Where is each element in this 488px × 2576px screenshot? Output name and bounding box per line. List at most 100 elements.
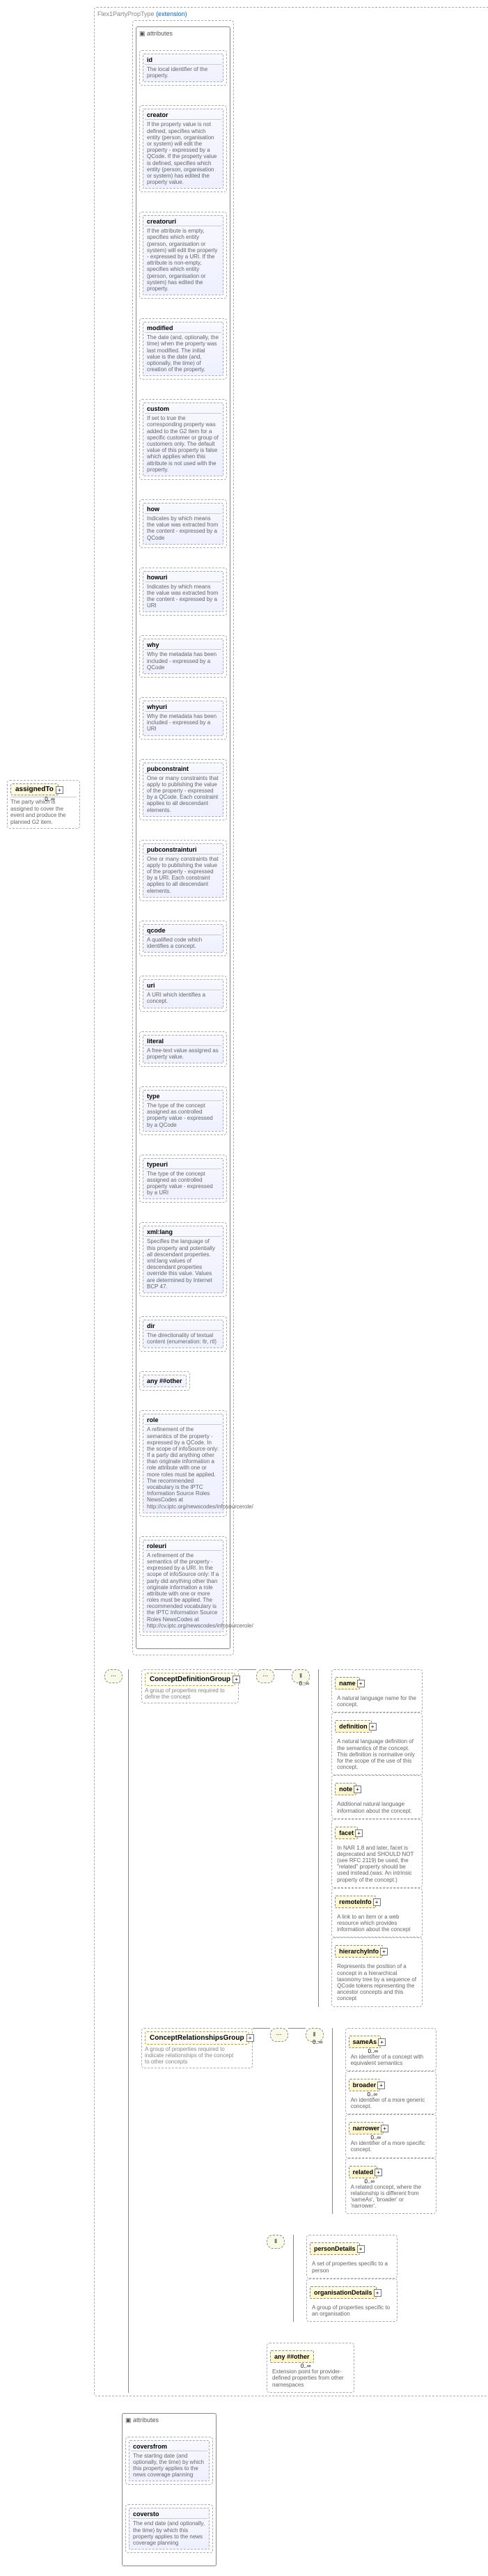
attr-box-id[interactable]: id The local identifier of the property. bbox=[143, 54, 223, 82]
doc-note: Additional natural language information … bbox=[335, 1800, 419, 1815]
attr-doc: One or many constraints that apply to pu… bbox=[145, 773, 221, 815]
attr-box-xml:lang[interactable]: xml:lang Specifies the language of this … bbox=[143, 1226, 223, 1293]
attr-box-coversfrom[interactable]: coversfrom The starting date (and option… bbox=[129, 2440, 210, 2482]
attr-doc: A refinement of the semantics of the pro… bbox=[145, 1424, 221, 1511]
doc-broader: An identifier of a more generic concept. bbox=[349, 2095, 433, 2111]
attr-type: type The type of the concept assigned as… bbox=[139, 1086, 227, 1135]
attr-doc: The local identifier of the property. bbox=[145, 64, 221, 80]
attr-box-whyuri[interactable]: whyuri Why the metadata has been include… bbox=[143, 701, 223, 736]
crg-choice: 0..∞ bbox=[306, 2028, 324, 2042]
attr-doc: A qualified code which identifies a conc… bbox=[145, 935, 221, 951]
concept-relationships-group[interactable]: ConceptRelationshipsGroup bbox=[145, 2031, 249, 2045]
root-element-container: assignedTo 0..∞ The party which is assig… bbox=[7, 780, 80, 829]
doc-organisationDetails: A group of properties specific to an org… bbox=[310, 2303, 394, 2318]
root-cardinality: 0..∞ bbox=[45, 796, 55, 802]
attr-pubconstrainturi: pubconstrainturi One or many constraints… bbox=[139, 840, 227, 901]
element-related[interactable]: related 0..∞ bbox=[349, 2166, 378, 2178]
attr-name: creatoruri bbox=[145, 217, 221, 226]
element-name[interactable]: name bbox=[335, 1677, 360, 1689]
any-other-doc: Extension point for provider-defined pro… bbox=[270, 2367, 351, 2389]
attr-name: literal bbox=[145, 1037, 221, 1045]
attr-box-custom[interactable]: custom If set to true the corresponding … bbox=[143, 403, 223, 476]
attr-name: roleuri bbox=[145, 1542, 221, 1550]
element-facet[interactable]: facet bbox=[335, 1827, 358, 1839]
attr-doc: Why the metadata has been included - exp… bbox=[145, 711, 221, 734]
attr-box-literal[interactable]: literal A free-text value assigned as pr… bbox=[143, 1035, 223, 1063]
doc-definition: A natural language definition of the sem… bbox=[335, 1737, 419, 1772]
attr-name: creator bbox=[145, 111, 221, 119]
attr-typeuri: typeuri The type of the concept assigned… bbox=[139, 1155, 227, 1203]
attr-qcode: qcode A qualified code which identifies … bbox=[139, 921, 227, 956]
attr-name: whyuri bbox=[145, 703, 221, 711]
attr-box-role[interactable]: role A refinement of the semantics of th… bbox=[143, 1414, 223, 1513]
element-broader[interactable]: broader 0..∞ bbox=[349, 2079, 381, 2091]
element-organisationDetails[interactable]: organisationDetails bbox=[310, 2286, 377, 2299]
attr-box-typeuri[interactable]: typeuri The type of the concept assigned… bbox=[143, 1158, 223, 1200]
attr-box-roleuri[interactable]: roleuri A refinement of the semantics of… bbox=[143, 1540, 223, 1632]
attr-box-dir[interactable]: dir The directionality of textual conten… bbox=[143, 1320, 223, 1348]
cdg-container: ConceptDefinitionGroup A group of proper… bbox=[141, 1669, 239, 1703]
attr-doc: Specifies the language of this property … bbox=[145, 1236, 221, 1291]
attr-box-modified[interactable]: modified The date (and, optionally, the … bbox=[143, 322, 223, 376]
any-other-container: any ##other 0..∞ Extension point for pro… bbox=[267, 2343, 354, 2393]
child-remoteInfo: remoteInfo A link to an item or a web re… bbox=[331, 1888, 423, 1938]
any-other-element[interactable]: any ##other 0..∞ bbox=[270, 2350, 314, 2363]
child-name: name A natural language name for the con… bbox=[331, 1669, 423, 1712]
doc-hierarchyInfo: Represents the position of a concept in … bbox=[335, 1962, 419, 2003]
element-note[interactable]: note bbox=[335, 1783, 356, 1795]
concept-definition-group[interactable]: ConceptDefinitionGroup bbox=[145, 1673, 235, 1686]
doc-facet: In NAR 1.8 and later, facet is deprecate… bbox=[335, 1843, 419, 1884]
child-narrower: narrower 0..∞ An identifier of a more sp… bbox=[345, 2114, 436, 2157]
attr-pubconstraint: pubconstraint One or many constraints th… bbox=[139, 759, 227, 820]
attr-name: why bbox=[145, 641, 221, 649]
root-element[interactable]: assignedTo 0..∞ bbox=[10, 783, 58, 795]
attr-any ##other: any ##other bbox=[139, 1371, 190, 1391]
child-note: note Additional natural language informa… bbox=[331, 1775, 423, 1818]
child-personDetails: personDetails A set of properties specif… bbox=[306, 2235, 398, 2278]
attr-box-creator[interactable]: creator If the property value is not def… bbox=[143, 109, 223, 189]
attr-box-coversto[interactable]: coversto The end date (and optionally, t… bbox=[129, 2508, 210, 2550]
attr-doc: Why the metadata has been included - exp… bbox=[145, 649, 221, 672]
attr-why: why Why the metadata has been included -… bbox=[139, 635, 227, 678]
attr-name: pubconstrainturi bbox=[145, 845, 221, 854]
attr-doc: The type of the concept assigned as cont… bbox=[145, 1169, 221, 1198]
element-hierarchyInfo[interactable]: hierarchyInfo bbox=[335, 1945, 383, 1958]
attr-coversfrom: coversfrom The starting date (and option… bbox=[125, 2437, 213, 2485]
attr-box-type[interactable]: type The type of the concept assigned as… bbox=[143, 1090, 223, 1132]
crg-sequence bbox=[270, 2028, 288, 2042]
doc-narrower: An identifier of a more specific concept… bbox=[349, 2139, 433, 2154]
attr-box-uri[interactable]: uri A URI which identifies a concept. bbox=[143, 979, 223, 1008]
attr-how: how Indicates by which means the value w… bbox=[139, 499, 227, 548]
element-definition[interactable]: definition bbox=[335, 1720, 372, 1733]
element-sameAs[interactable]: sameAs 0..∞ bbox=[349, 2036, 381, 2048]
attributes-label: ▣ attributes bbox=[139, 30, 227, 38]
attr-name: xml:lang bbox=[145, 1228, 221, 1236]
doc-name: A natural language name for the concept. bbox=[335, 1694, 419, 1709]
element-remoteInfo[interactable]: remoteInfo bbox=[335, 1896, 376, 1908]
attr-box-creatoruri[interactable]: creatoruri If the attribute is empty, sp… bbox=[143, 215, 223, 295]
attr-box-pubconstrainturi[interactable]: pubconstrainturi One or many constraints… bbox=[143, 843, 223, 898]
attributes-bottom-group: ▣ attributes coversfrom The starting dat… bbox=[122, 2413, 217, 2567]
attr-box-why[interactable]: why Why the metadata has been included -… bbox=[143, 639, 223, 674]
party-choice bbox=[267, 2235, 285, 2249]
attr-coversto: coversto The end date (and optionally, t… bbox=[125, 2504, 213, 2553]
attr-name: custom bbox=[145, 405, 221, 413]
extension-box: Flex1PartyPropType (extension) ▣ attribu… bbox=[94, 7, 488, 2396]
attr-xml:lang: xml:lang Specifies the language of this … bbox=[139, 1222, 227, 1297]
attr-custom: custom If set to true the corresponding … bbox=[139, 399, 227, 480]
attr-doc: The type of the concept assigned as cont… bbox=[145, 1100, 221, 1130]
attr-box-how[interactable]: how Indicates by which means the value w… bbox=[143, 503, 223, 545]
attr-doc: If the attribute is empty, specifies whi… bbox=[145, 226, 221, 293]
crg-container: ConceptRelationshipsGroup A group of pro… bbox=[141, 2028, 253, 2068]
attributes-bottom-label: ▣ attributes bbox=[125, 2417, 213, 2424]
extension-link[interactable]: (extension) bbox=[156, 10, 187, 17]
attr-box-qcode[interactable]: qcode A qualified code which identifies … bbox=[143, 924, 223, 953]
child-organisationDetails: organisationDetails A group of propertie… bbox=[306, 2279, 398, 2322]
attr-box-howuri[interactable]: howuri Indicates by which means the valu… bbox=[143, 571, 223, 613]
element-narrower[interactable]: narrower 0..∞ bbox=[349, 2122, 384, 2134]
attr-box-pubconstraint[interactable]: pubconstraint One or many constraints th… bbox=[143, 763, 223, 817]
attr-box-any ##other[interactable]: any ##other bbox=[143, 1375, 187, 1387]
element-personDetails[interactable]: personDetails bbox=[310, 2242, 360, 2255]
attr-name: qcode bbox=[145, 926, 221, 935]
attr-name: any ##other bbox=[145, 1377, 184, 1385]
